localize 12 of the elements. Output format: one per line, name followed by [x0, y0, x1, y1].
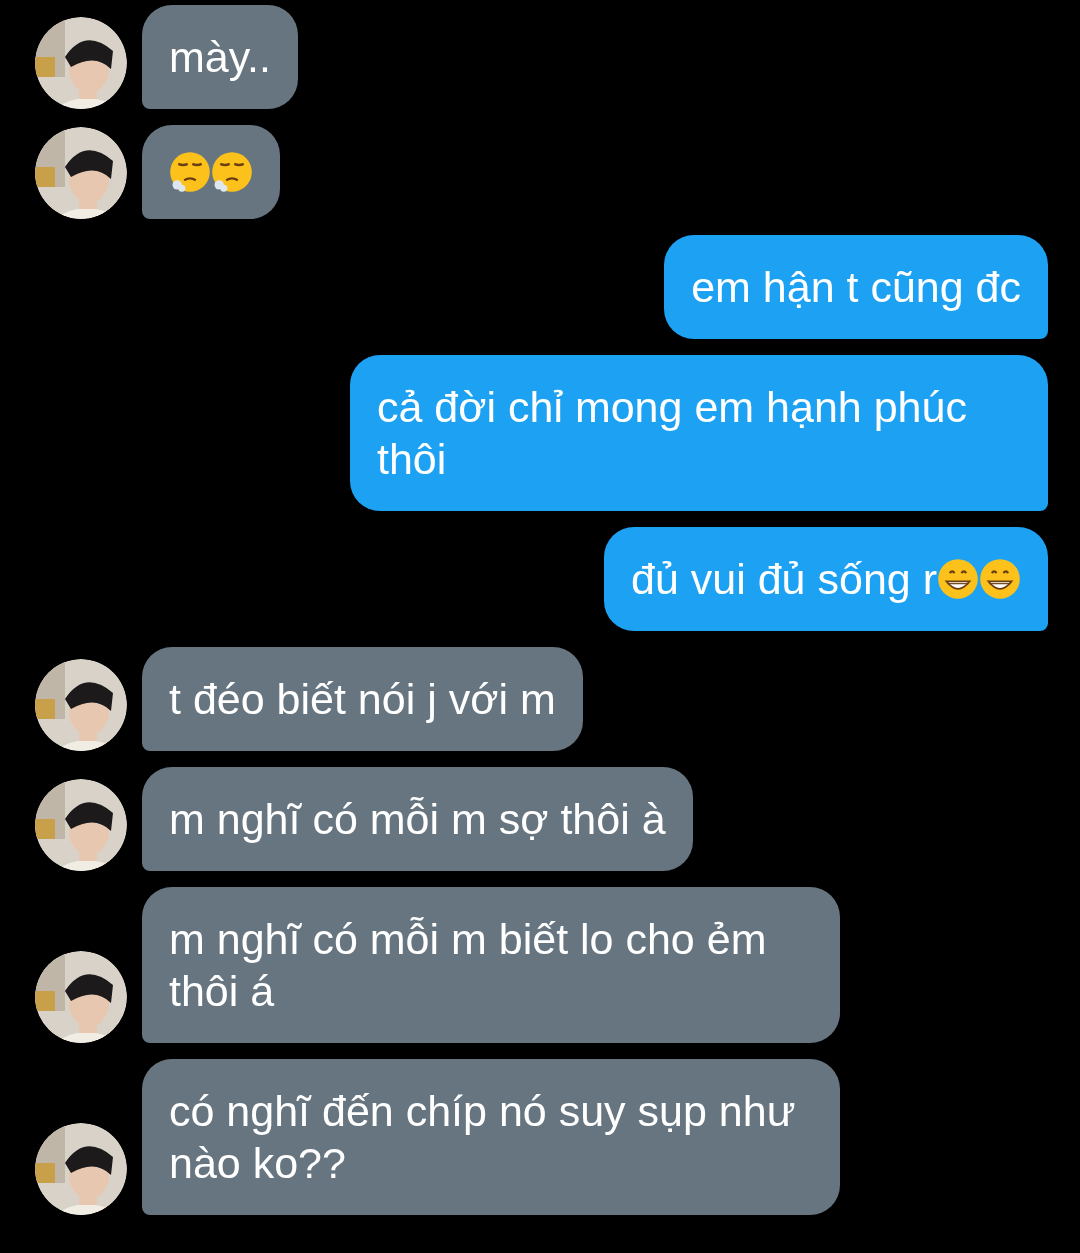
received-message: mày.. [142, 5, 298, 109]
sent-message: đủ vui đủ sống r [604, 527, 1048, 631]
grinning-face-icon [937, 558, 979, 600]
received-message: m nghĩ có mỗi m biết lo cho ẻm thôi á [142, 887, 840, 1043]
received-message: t đéo biết nói j với m [142, 647, 583, 751]
sent-message: em hận t cũng đc [664, 235, 1048, 339]
exhaling-face-icon [169, 151, 211, 193]
grinning-face-icon [979, 558, 1021, 600]
exhaling-face-icon [211, 151, 253, 193]
received-message: có nghĩ đến chíp nó suy sụp như nào ko?? [142, 1059, 840, 1215]
sent-message: cả đời chỉ mong em hạnh phúc thôi [350, 355, 1048, 511]
received-message: m nghĩ có mỗi m sợ thôi à [142, 767, 693, 871]
